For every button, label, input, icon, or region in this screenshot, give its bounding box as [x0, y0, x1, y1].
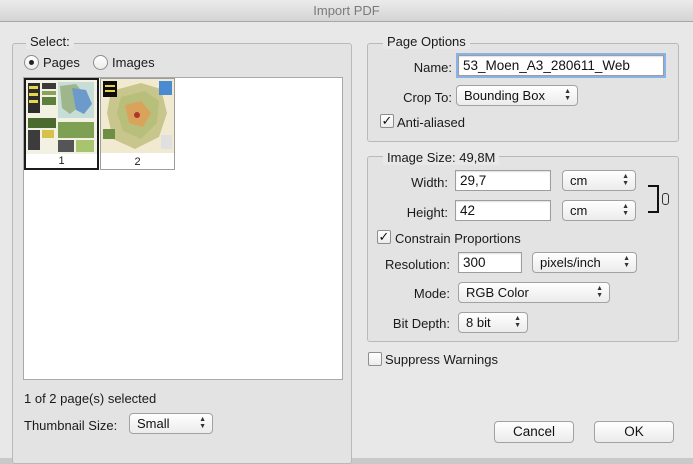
thumbnail-size-popup[interactable]: Small ▲ ▼: [129, 413, 213, 434]
image-size-title: Image Size: 49,8M: [383, 150, 500, 165]
chevron-updown-icon: ▲ ▼: [622, 203, 629, 217]
chain-link-icon[interactable]: [662, 193, 669, 205]
chevron-updown-icon: ▲ ▼: [596, 285, 603, 299]
resolution-label: Resolution:: [384, 257, 450, 272]
resolution-field[interactable]: 300: [458, 252, 522, 273]
height-field[interactable]: 42: [455, 200, 551, 221]
width-unit-popup[interactable]: cm ▲ ▼: [562, 170, 636, 191]
page-2-preview-image: [101, 79, 174, 153]
pages-radio[interactable]: [24, 55, 39, 70]
bit-depth-label: Bit Depth:: [392, 316, 450, 331]
link-bracket: [648, 185, 659, 213]
chevron-updown-icon: ▲ ▼: [564, 88, 571, 102]
images-radio-label[interactable]: Images: [112, 55, 155, 70]
resolution-unit-value: pixels/inch: [540, 255, 601, 270]
height-unit-popup[interactable]: cm ▲ ▼: [562, 200, 636, 221]
mode-popup[interactable]: RGB Color ▲ ▼: [458, 282, 610, 303]
bit-depth-popup[interactable]: 8 bit ▲ ▼: [458, 312, 528, 333]
crop-to-popup[interactable]: Bounding Box ▲ ▼: [456, 85, 578, 106]
chevron-updown-icon: ▲ ▼: [623, 255, 630, 269]
thumbnail-size-value: Small: [137, 416, 170, 431]
mode-value: RGB Color: [466, 285, 529, 300]
mode-label: Mode:: [413, 286, 450, 301]
page-thumbnail-list[interactable]: 1 2: [23, 77, 343, 380]
chevron-updown-icon: ▲ ▼: [514, 315, 521, 329]
import-pdf-dialog: Select: Pages Images 1 2 1 of 2 page(s) …: [0, 22, 693, 464]
cancel-button[interactable]: Cancel: [494, 421, 574, 443]
constrain-proportions-label[interactable]: Constrain Proportions: [395, 231, 521, 246]
name-field[interactable]: 53_Moen_A3_280611_Web: [456, 53, 666, 78]
anti-aliased-checkbox[interactable]: ✓: [380, 114, 394, 128]
page-number-1: 1: [58, 155, 65, 167]
ok-button[interactable]: OK: [594, 421, 674, 443]
chevron-updown-icon: ▲ ▼: [622, 173, 629, 187]
page-options-title: Page Options: [383, 34, 470, 49]
width-unit-value: cm: [570, 173, 588, 188]
bit-depth-value: 8 bit: [466, 315, 491, 330]
thumbnail-size-label: Thumbnail Size:: [24, 418, 118, 433]
page-1-preview-image: [26, 80, 97, 154]
chevron-updown-icon: ▲ ▼: [199, 416, 206, 430]
height-unit-value: cm: [570, 203, 588, 218]
selection-status: 1 of 2 page(s) selected: [24, 391, 157, 406]
anti-aliased-label[interactable]: Anti-aliased: [397, 115, 465, 130]
name-label: Name:: [413, 60, 452, 75]
select-group-title: Select:: [26, 34, 74, 49]
height-label: Height:: [406, 205, 448, 220]
page-thumbnail-1[interactable]: 1: [24, 78, 99, 170]
window-title: Import PDF: [0, 0, 693, 22]
images-radio[interactable]: [93, 55, 108, 70]
suppress-warnings-label[interactable]: Suppress Warnings: [385, 352, 498, 367]
suppress-warnings-checkbox[interactable]: [368, 352, 382, 366]
crop-to-value: Bounding Box: [464, 88, 545, 103]
constrain-proportions-checkbox[interactable]: ✓: [377, 230, 391, 244]
pages-radio-label[interactable]: Pages: [43, 55, 80, 70]
crop-to-label: Crop To:: [403, 90, 452, 105]
width-field[interactable]: 29,7: [455, 170, 551, 191]
resolution-unit-popup[interactable]: pixels/inch ▲ ▼: [532, 252, 637, 273]
width-label: Width:: [411, 175, 448, 190]
page-thumbnail-2[interactable]: 2: [100, 78, 175, 170]
page-number-2: 2: [134, 156, 141, 168]
